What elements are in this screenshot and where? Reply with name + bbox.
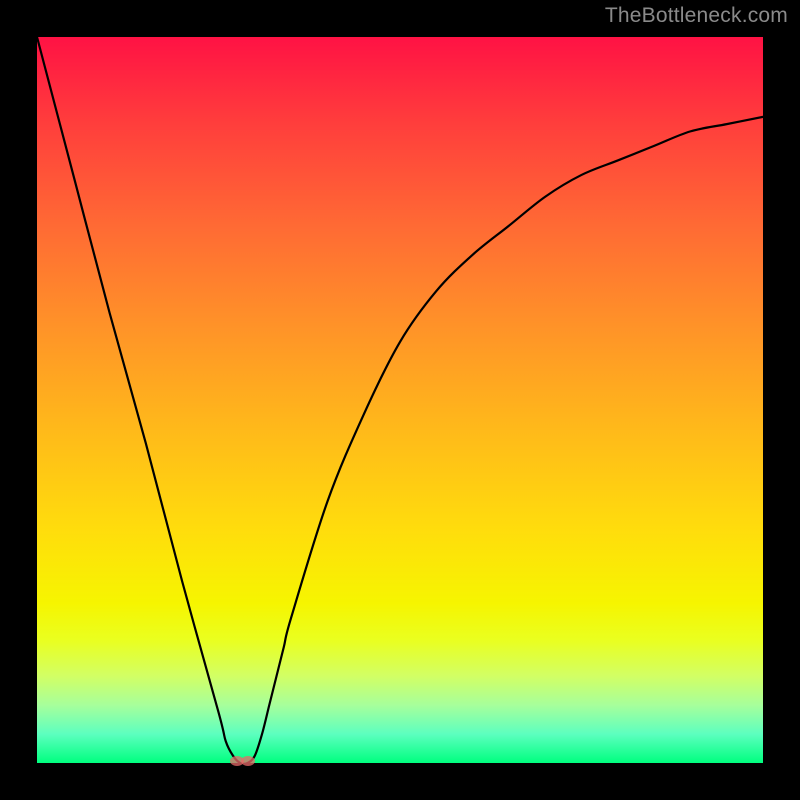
plot-area	[37, 37, 763, 763]
marker-b	[241, 756, 255, 766]
chart-frame: TheBottleneck.com	[0, 0, 800, 800]
bottleneck-curve	[37, 37, 763, 763]
watermark-text: TheBottleneck.com	[605, 4, 788, 28]
